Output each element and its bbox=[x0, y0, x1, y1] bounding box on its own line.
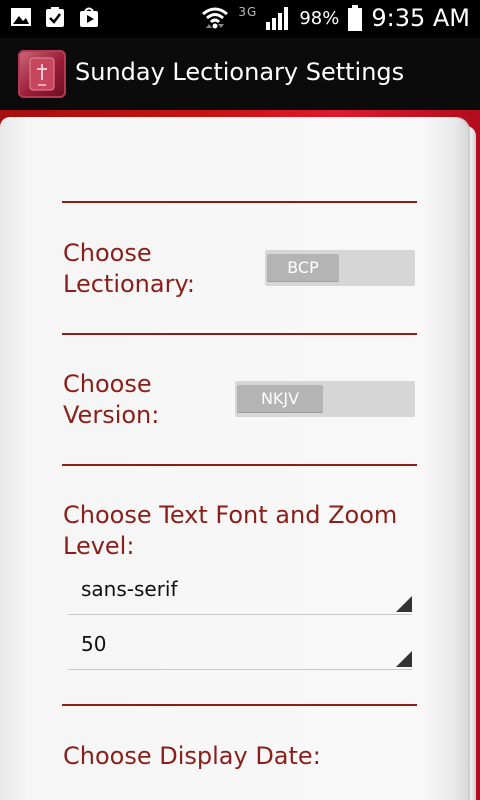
lectionary-toggle[interactable]: BCP bbox=[265, 250, 415, 286]
system-icons: 3G 98% 9:35 AM bbox=[200, 4, 470, 32]
divider bbox=[62, 464, 417, 466]
wifi-icon bbox=[202, 7, 229, 29]
signal-icon bbox=[266, 7, 289, 30]
font-zoom-label: Choose Text Font and Zoom Level: bbox=[63, 501, 398, 560]
settings-page bbox=[0, 117, 468, 800]
version-label: Choose Version: bbox=[63, 370, 160, 429]
clipboard-check-icon bbox=[46, 7, 64, 27]
lectionary-label: Choose Lectionary: bbox=[63, 239, 195, 298]
bible-cross-icon bbox=[29, 57, 55, 91]
app-icon[interactable] bbox=[18, 50, 66, 98]
battery-percent: 98% bbox=[299, 7, 340, 29]
page-title: Sunday Lectionary Settings bbox=[75, 58, 405, 86]
battery-icon bbox=[348, 5, 363, 31]
divider bbox=[62, 333, 417, 335]
dropdown-arrow-icon bbox=[396, 651, 412, 667]
action-bar: Sunday Lectionary Settings bbox=[0, 38, 480, 111]
divider bbox=[62, 704, 417, 706]
version-toggle-thumb[interactable]: NKJV bbox=[237, 385, 323, 413]
clock: 9:35 AM bbox=[371, 4, 470, 32]
divider bbox=[62, 201, 417, 203]
display-date-label: Choose Display Date: bbox=[63, 742, 321, 770]
zoom-select-value: 50 bbox=[81, 632, 107, 656]
gallery-icon bbox=[11, 8, 31, 26]
font-select[interactable]: sans-serif bbox=[68, 568, 412, 615]
network-type: 3G bbox=[238, 5, 258, 19]
zoom-select[interactable]: 50 bbox=[68, 623, 412, 670]
dropdown-arrow-icon bbox=[396, 596, 412, 612]
notification-icons bbox=[10, 6, 100, 28]
play-store-icon bbox=[80, 7, 98, 27]
version-toggle[interactable]: NKJV bbox=[235, 381, 415, 417]
status-bar: 3G 98% 9:35 AM bbox=[0, 0, 480, 38]
lectionary-toggle-thumb[interactable]: BCP bbox=[267, 254, 339, 282]
font-select-value: sans-serif bbox=[81, 577, 178, 601]
